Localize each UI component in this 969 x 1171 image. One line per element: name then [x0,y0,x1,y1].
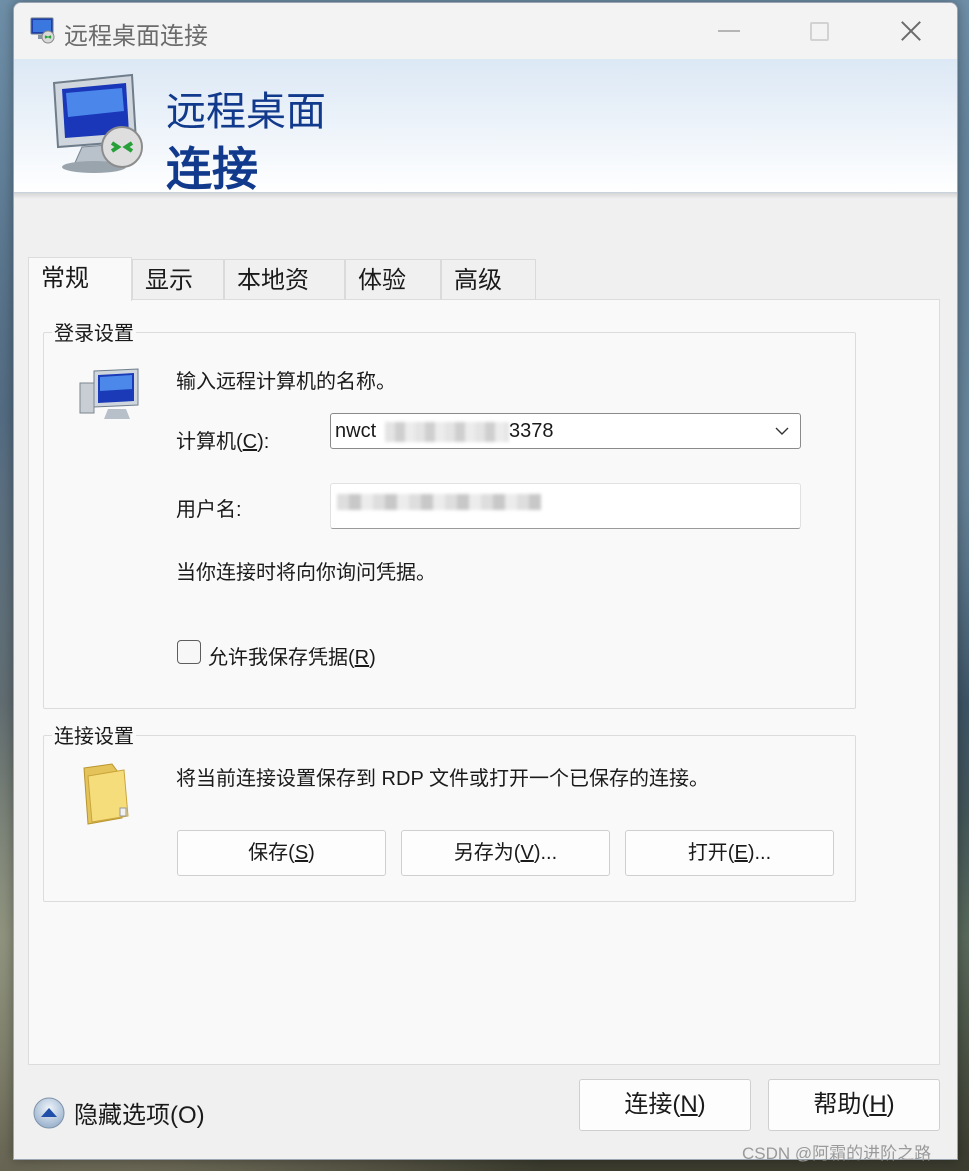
chevron-down-icon[interactable] [774,420,790,440]
connection-settings-group: 连接设置 将当前连接设置保存到 RDP 文件或打开一个已保存的连接。 保存(S)… [43,720,856,902]
maximize-button[interactable] [774,3,864,59]
login-settings-group: 登录设置 输入远程计算机的名称。 计算机(C): nwct 3378 用户名: [43,317,856,709]
tab-strip: 常规 显示 本地资源 体验 高级 [28,257,536,336]
save-as-button[interactable]: 另存为(V)... [401,830,610,876]
open-button[interactable]: 打开(E)... [625,830,834,876]
connection-description: 将当前连接设置保存到 RDP 文件或打开一个已保存的连接。 [176,768,709,790]
tab-experience[interactable]: 体验 [345,259,441,301]
remote-desktop-icon [30,17,55,44]
connect-button[interactable]: 连接(N) [579,1079,751,1131]
computer-value-end: 3378 [509,420,554,442]
header-banner: 远程桌面 连接 [14,59,957,195]
tab-display[interactable]: 显示 [132,259,224,301]
title-bar[interactable]: 远程桌面连接 [14,3,957,59]
tab-advanced[interactable]: 高级 [441,259,536,301]
credentials-notice: 当你连接时将向你询问凭据。 [176,562,436,584]
computer-name-prompt: 输入远程计算机的名称。 [176,371,396,393]
remember-credentials-label[interactable]: 允许我保存凭据(R) [208,641,376,670]
help-button[interactable]: 帮助(H) [768,1079,940,1131]
watermark-text: CSDN @阿霜的进阶之路 [742,1144,932,1163]
general-tab-panel: 登录设置 输入远程计算机的名称。 计算机(C): nwct 3378 用户名: [28,299,940,1065]
remote-desktop-icon [52,73,143,173]
close-button[interactable] [866,3,956,59]
redacted-region [337,494,541,510]
save-button[interactable]: 保存(S) [177,830,386,876]
redacted-region [385,422,509,442]
remember-credentials-checkbox[interactable] [177,640,201,664]
computer-label: 计算机(C): [176,431,270,453]
computer-icon [79,368,139,419]
folder-icon [83,763,129,825]
tab-local-resources[interactable]: 本地资源 [224,259,345,336]
computer-value-start: nwct [335,420,377,442]
chevron-up-icon [33,1097,65,1128]
minimize-icon [718,30,740,32]
close-icon [900,20,922,42]
hide-options-label: 隐藏选项(O) [74,1102,205,1129]
banner-subtitle: 连接 [166,143,258,195]
login-settings-label: 登录设置 [52,317,136,346]
maximize-icon [809,21,829,41]
tab-general[interactable]: 常规 [28,257,132,301]
username-label: 用户名: [176,499,242,521]
banner-title: 远程桌面 [166,90,326,134]
hide-options-toggle[interactable]: 隐藏选项(O) [32,1095,205,1130]
connection-settings-label: 连接设置 [52,720,136,749]
banner-divider [14,193,957,199]
username-field[interactable] [330,483,801,529]
minimize-button[interactable] [684,3,774,59]
computer-combobox[interactable]: nwct 3378 [330,413,801,449]
rdp-window: 远程桌面连接 远程桌面 连接 常规 显示 本地资源 体验 高级 [13,2,958,1160]
window-title: 远程桌面连接 [64,23,208,50]
